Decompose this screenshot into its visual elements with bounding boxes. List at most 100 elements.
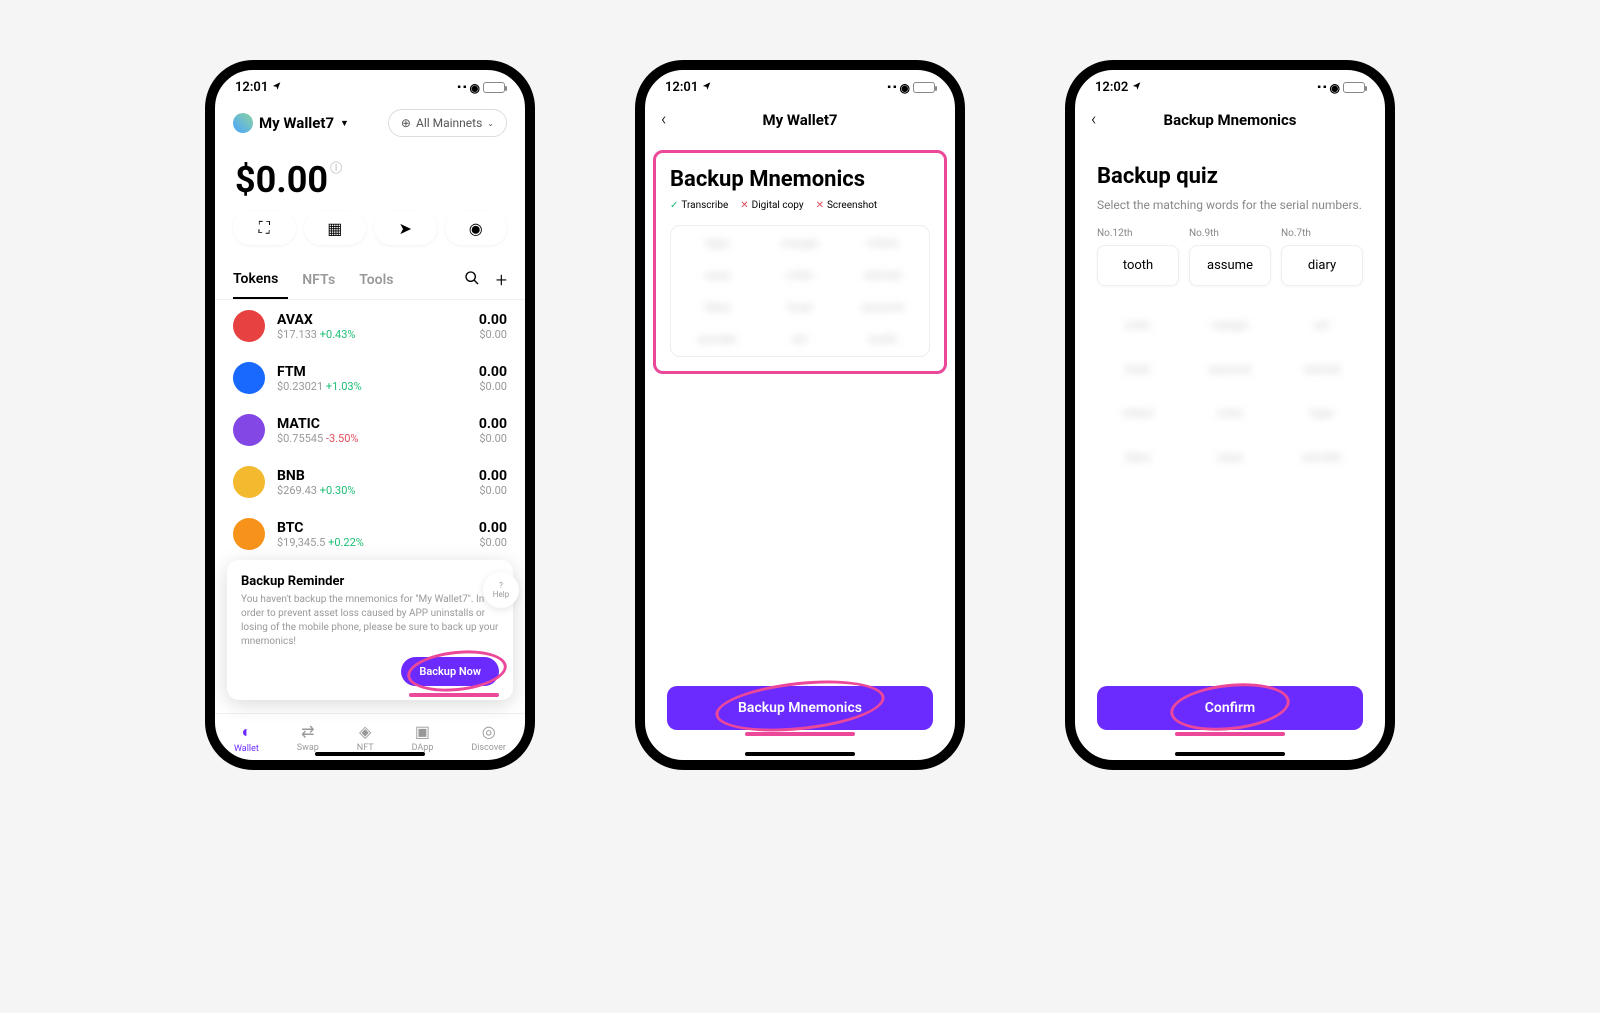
confirm-button[interactable]: Confirm <box>1097 686 1363 730</box>
help-label: Help <box>493 590 509 599</box>
search-icon[interactable] <box>464 270 480 291</box>
check-icon: ✓ <box>670 200 678 211</box>
quiz-slot-boxes: toothassumediary <box>1097 245 1363 286</box>
token-row[interactable]: AVAX $17.133 +0.43% 0.00$0.00 <box>215 300 525 352</box>
quiz-slot[interactable]: tooth <box>1097 245 1179 286</box>
word-option[interactable]: art <box>1281 312 1363 338</box>
word-option[interactable]: assume <box>1189 356 1271 382</box>
backup-mnemonics-button[interactable]: Backup Mnemonics <box>667 686 933 730</box>
backup-reminder-popup: ? Help Backup Reminder You haven't backu… <box>227 560 513 700</box>
mnemonic-grid: tapemargininfantcasecriticanimaldiaryboa… <box>670 225 930 357</box>
nav-dapp[interactable]: ▣DApp <box>412 722 434 754</box>
tab-nfts[interactable]: NFTs <box>302 262 345 298</box>
page-title: My Wallet7 <box>762 111 837 129</box>
backup-now-button[interactable]: Backup Now <box>401 657 499 686</box>
token-row[interactable]: MATIC $0.75545 -3.50% 0.00$0.00 <box>215 404 525 456</box>
swap-icon: ⇄ <box>301 722 314 741</box>
home-indicator[interactable] <box>1175 752 1285 756</box>
network-selector[interactable]: ⊕ All Mainnets ⌄ <box>388 109 507 137</box>
quiz-slot-label: No.7th <box>1281 228 1363 239</box>
wallet-avatar-icon <box>233 113 253 133</box>
mnemonic-word: critic <box>764 268 837 282</box>
popup-text: You haven't backup the mnemonics for "My… <box>241 593 499 649</box>
word-option[interactable]: case <box>1189 444 1271 470</box>
popup-title: Backup Reminder <box>241 574 499 589</box>
token-icon <box>233 518 265 550</box>
token-symbol: BTC <box>277 520 467 536</box>
add-icon[interactable]: + <box>496 268 507 292</box>
token-change: +1.03% <box>326 380 362 393</box>
nft-icon: ◈ <box>359 722 371 741</box>
balance-display: $0.00ⓘ <box>215 145 525 211</box>
quiz-slot-label: No.12th <box>1097 228 1179 239</box>
word-option[interactable]: critic <box>1189 400 1271 426</box>
token-symbol: AVAX <box>277 312 467 328</box>
mnemonic-word: tape <box>681 236 754 250</box>
word-option[interactable]: wonder <box>1281 444 1363 470</box>
token-amount: 0.00 <box>479 520 507 536</box>
token-usd: $0.00 <box>479 328 507 341</box>
info-icon[interactable]: ⓘ <box>330 161 342 175</box>
word-option[interactable]: diary <box>1097 444 1179 470</box>
phone-backup-quiz: 12:02 ▪▪◉ ‹ Backup Mnemonics Backup quiz… <box>1065 60 1395 770</box>
wallet-name-label: My Wallet7 <box>259 114 334 132</box>
token-price: $269.43 +0.30% <box>277 484 467 497</box>
word-option[interactable]: critic <box>1097 312 1179 338</box>
mnemonic-word: assume <box>846 300 919 314</box>
wallet-selector[interactable]: My Wallet7 ▼ <box>233 113 349 133</box>
token-row[interactable]: BTC $19,345.5 +0.22% 0.00$0.00 <box>215 508 525 560</box>
cross-icon: ✕ <box>816 200 824 211</box>
token-change: -3.50% <box>326 432 359 445</box>
word-options-grid: critic margin art boat assume animal infant cri… <box>1097 312 1363 470</box>
word-option[interactable]: tape <box>1281 400 1363 426</box>
mnemonic-word: animal <box>846 268 919 282</box>
token-price: $17.133 +0.43% <box>277 328 467 341</box>
mnemonic-word: boat <box>764 300 837 314</box>
token-row[interactable]: BNB $269.43 +0.30% 0.00$0.00 <box>215 456 525 508</box>
buy-button[interactable]: ◉ <box>445 211 508 245</box>
help-icon: ? <box>499 581 503 590</box>
location-icon <box>272 80 282 95</box>
home-indicator[interactable] <box>745 752 855 756</box>
mnemonic-word: margin <box>764 236 837 250</box>
status-bar: 12:02 ▪▪◉ <box>1075 70 1385 101</box>
qr-button[interactable]: ▦ <box>304 211 367 245</box>
balance-amount: $0.00 <box>235 159 328 201</box>
token-icon <box>233 414 265 446</box>
send-icon: ➤ <box>399 219 412 238</box>
word-option[interactable]: infant <box>1097 400 1179 426</box>
scan-button[interactable]: ⛶ <box>233 211 296 245</box>
send-button[interactable]: ➤ <box>374 211 437 245</box>
status-time: 12:02 <box>1095 80 1128 95</box>
back-button[interactable]: ‹ <box>1091 109 1096 130</box>
battery-icon <box>483 82 505 93</box>
signal-icon: ▪▪ <box>887 82 896 93</box>
quiz-slot[interactable]: assume <box>1189 245 1271 286</box>
help-button[interactable]: ? Help <box>483 572 519 608</box>
tab-tools[interactable]: Tools <box>359 262 403 298</box>
hint-label: Transcribe <box>681 200 728 211</box>
tab-tokens[interactable]: Tokens <box>233 261 288 299</box>
page-title: Backup Mnemonics <box>1164 111 1297 129</box>
status-time: 12:01 <box>235 80 268 95</box>
signal-icon: ▪▪ <box>1317 82 1326 93</box>
back-button[interactable]: ‹ <box>661 109 666 130</box>
nav-discover[interactable]: ◎Discover <box>471 722 506 754</box>
quiz-slot-label: No.9th <box>1189 228 1271 239</box>
nav-wallet[interactable]: ◐Wallet <box>234 722 259 754</box>
word-option[interactable]: boat <box>1097 356 1179 382</box>
nav-label: Discover <box>471 743 506 753</box>
token-amount: 0.00 <box>479 416 507 432</box>
globe-icon: ⊕ <box>401 116 411 130</box>
word-option[interactable]: margin <box>1189 312 1271 338</box>
token-row[interactable]: FTM $0.23021 +1.03% 0.00$0.00 <box>215 352 525 404</box>
nav-nft[interactable]: ◈NFT <box>357 722 374 754</box>
status-bar: 12:01 ▪▪ ◉ <box>215 70 525 101</box>
token-usd: $0.00 <box>479 484 507 497</box>
home-indicator[interactable] <box>315 752 425 756</box>
word-option[interactable]: animal <box>1281 356 1363 382</box>
nav-swap[interactable]: ⇄Swap <box>297 722 319 754</box>
quiz-slot[interactable]: diary <box>1281 245 1363 286</box>
mnemonic-word: art <box>764 332 837 346</box>
location-icon <box>1132 80 1142 95</box>
